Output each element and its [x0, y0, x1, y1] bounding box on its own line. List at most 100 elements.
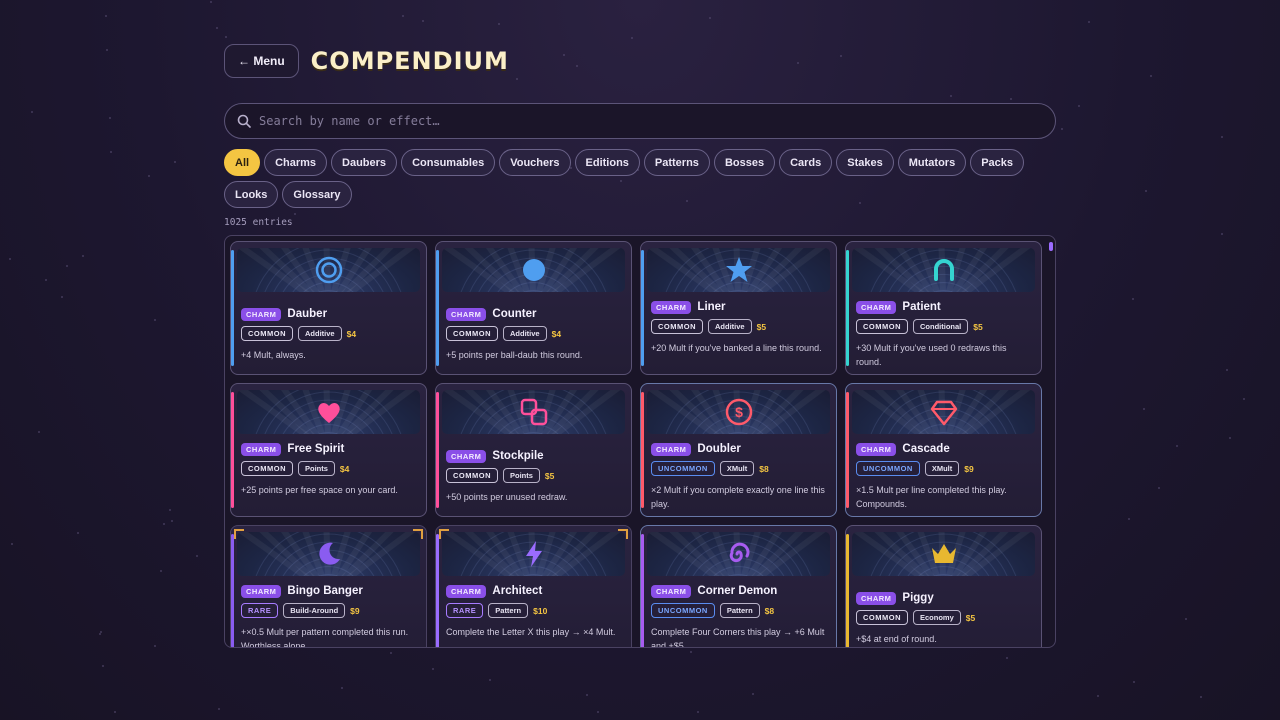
card-name: Counter [492, 308, 537, 320]
compendium-grid[interactable]: CHARM Dauber COMMON Additive $4 +4 Mult,… [224, 235, 1056, 648]
filter-chip-editions[interactable]: Editions [574, 149, 640, 176]
moon-icon [318, 542, 340, 565]
star-dot [1061, 128, 1064, 131]
card-price: $4 [339, 463, 350, 474]
star-dot [101, 665, 104, 668]
star-dot [225, 35, 228, 38]
star-dot [1127, 518, 1130, 521]
heart-icon [317, 403, 340, 423]
card-patient[interactable]: CHARM Patient COMMON Conditional $5 +30 … [845, 241, 1042, 375]
star-dot [44, 279, 47, 282]
filter-chip-mutators[interactable]: Mutators [897, 149, 967, 176]
filter-chip-all[interactable]: All [224, 149, 261, 176]
card-description: +30 Mult if you've used 0 redraws this r… [856, 343, 1007, 367]
card-name: Corner Demon [697, 585, 778, 597]
filter-chip-stakes[interactable]: Stakes [836, 149, 894, 176]
card-bingo-banger[interactable]: CHARM Bingo Banger RARE Build-Around $9 … [230, 525, 427, 647]
header: ← Menu COMPENDIUM [224, 44, 509, 78]
card-art [237, 390, 420, 434]
star-dot [585, 694, 588, 697]
rarity-badge: COMMON [856, 610, 908, 625]
card-corner-demon[interactable]: CHARM Corner Demon UNCOMMON Pattern $8 C… [640, 525, 837, 647]
filter-chip-cards[interactable]: Cards [779, 149, 833, 176]
card-body: CHARM Stockpile COMMON Points $5 +50 poi… [446, 449, 623, 504]
card-counter[interactable]: CHARM Counter COMMON Additive $4 +5 poin… [435, 241, 632, 375]
star-dot [147, 175, 150, 178]
card-cascade[interactable]: CHARM Cascade UNCOMMON XMult $9 ×1.5 Mul… [845, 383, 1042, 517]
search-input[interactable] [259, 114, 1055, 128]
card-art [852, 248, 1035, 292]
card-description: +4 Mult, always. [241, 350, 306, 360]
star-dot [1176, 444, 1179, 447]
card-body: CHARM Counter COMMON Additive $4 +5 poin… [446, 307, 623, 362]
rarity-badge: COMMON [856, 319, 908, 334]
star-dot [575, 64, 578, 67]
card-art [852, 390, 1035, 434]
card-description: Complete the Letter X this play → ×4 Mul… [446, 627, 616, 637]
card-art [442, 248, 625, 292]
target-ring-icon [315, 256, 342, 284]
card-dauber[interactable]: CHARM Dauber COMMON Additive $4 +4 Mult,… [230, 241, 427, 375]
star-dot [1077, 104, 1080, 107]
card-stockpile[interactable]: CHARM Stockpile COMMON Points $5 +50 poi… [435, 383, 632, 517]
star-dot [8, 258, 11, 261]
filter-chip-consumables[interactable]: Consumables [401, 149, 496, 176]
star-dot [1229, 437, 1231, 440]
star-dot [390, 651, 393, 654]
card-price: $5 [965, 612, 976, 623]
filter-chip-packs[interactable]: Packs [970, 149, 1025, 176]
card-art [237, 532, 420, 576]
card-price: $5 [973, 321, 983, 332]
card-liner[interactable]: CHARM Liner COMMON Additive $5 +20 Mult … [640, 241, 837, 375]
star-dot [696, 710, 699, 713]
card-art [647, 532, 830, 576]
search-bar[interactable] [224, 103, 1056, 139]
card-body: CHARM Architect RARE Pattern $10 Complet… [446, 584, 623, 639]
card-free-spirit[interactable]: CHARM Free Spirit COMMON Points $4 +25 p… [230, 383, 427, 517]
star-dot [173, 160, 176, 163]
star-dot [81, 255, 84, 258]
card-architect[interactable]: CHARM Architect RARE Pattern $10 Complet… [435, 525, 632, 647]
card-piggy[interactable]: CHARM Piggy COMMON Economy $5 +$4 at end… [845, 525, 1042, 647]
star-dot [153, 645, 156, 648]
card-type-badge: CHARM [446, 307, 487, 321]
card-stripe [846, 250, 849, 366]
filter-chip-daubers[interactable]: Daubers [331, 149, 398, 176]
filter-chip-charms[interactable]: Charms [264, 149, 328, 176]
category-filters: All Charms Daubers Consumables Vouchers Editi… [224, 149, 1056, 208]
star-dot [1132, 298, 1135, 301]
card-price: $9 [350, 605, 360, 616]
search-icon [237, 114, 251, 128]
star-dot [431, 667, 434, 670]
card-doubler[interactable]: $ CHARM Doubler UNCOMMON XMult $8 ×2 Mul… [640, 383, 837, 517]
gem-icon [930, 400, 957, 426]
rarity-badge: UNCOMMON [856, 461, 920, 476]
card-stripe [436, 534, 439, 647]
svg-text:$: $ [735, 404, 743, 420]
star-dot [515, 78, 518, 81]
coin-icon: $ [725, 398, 752, 426]
lightning-icon [525, 541, 542, 567]
scrollbar-thumb[interactable] [1049, 242, 1053, 251]
filter-chip-bosses[interactable]: Bosses [713, 149, 776, 176]
star-dot [1221, 135, 1224, 138]
card-name: Cascade [902, 443, 950, 455]
rarity-badge: COMMON [241, 461, 293, 476]
card-art [852, 532, 1035, 576]
card-stripe [641, 534, 644, 647]
filter-chip-vouchers[interactable]: Vouchers [499, 149, 571, 176]
card-art [237, 248, 420, 292]
rarity-badge: COMMON [241, 326, 293, 341]
filter-chip-patterns[interactable]: Patterns [643, 149, 710, 176]
filter-chip-looks[interactable]: Looks [224, 181, 279, 208]
crown-icon [931, 544, 956, 563]
card-type-badge: CHARM [856, 442, 897, 456]
star-dot [114, 711, 117, 714]
filter-chip-glossary[interactable]: Glossary [282, 181, 352, 208]
chain-icon [520, 398, 547, 426]
card-description: +50 points per unused redraw. [446, 492, 568, 502]
card-type-badge: CHARM [651, 300, 692, 314]
menu-button[interactable]: ← Menu [224, 44, 299, 78]
star-dot [1243, 398, 1246, 401]
swirl-icon [729, 542, 749, 563]
